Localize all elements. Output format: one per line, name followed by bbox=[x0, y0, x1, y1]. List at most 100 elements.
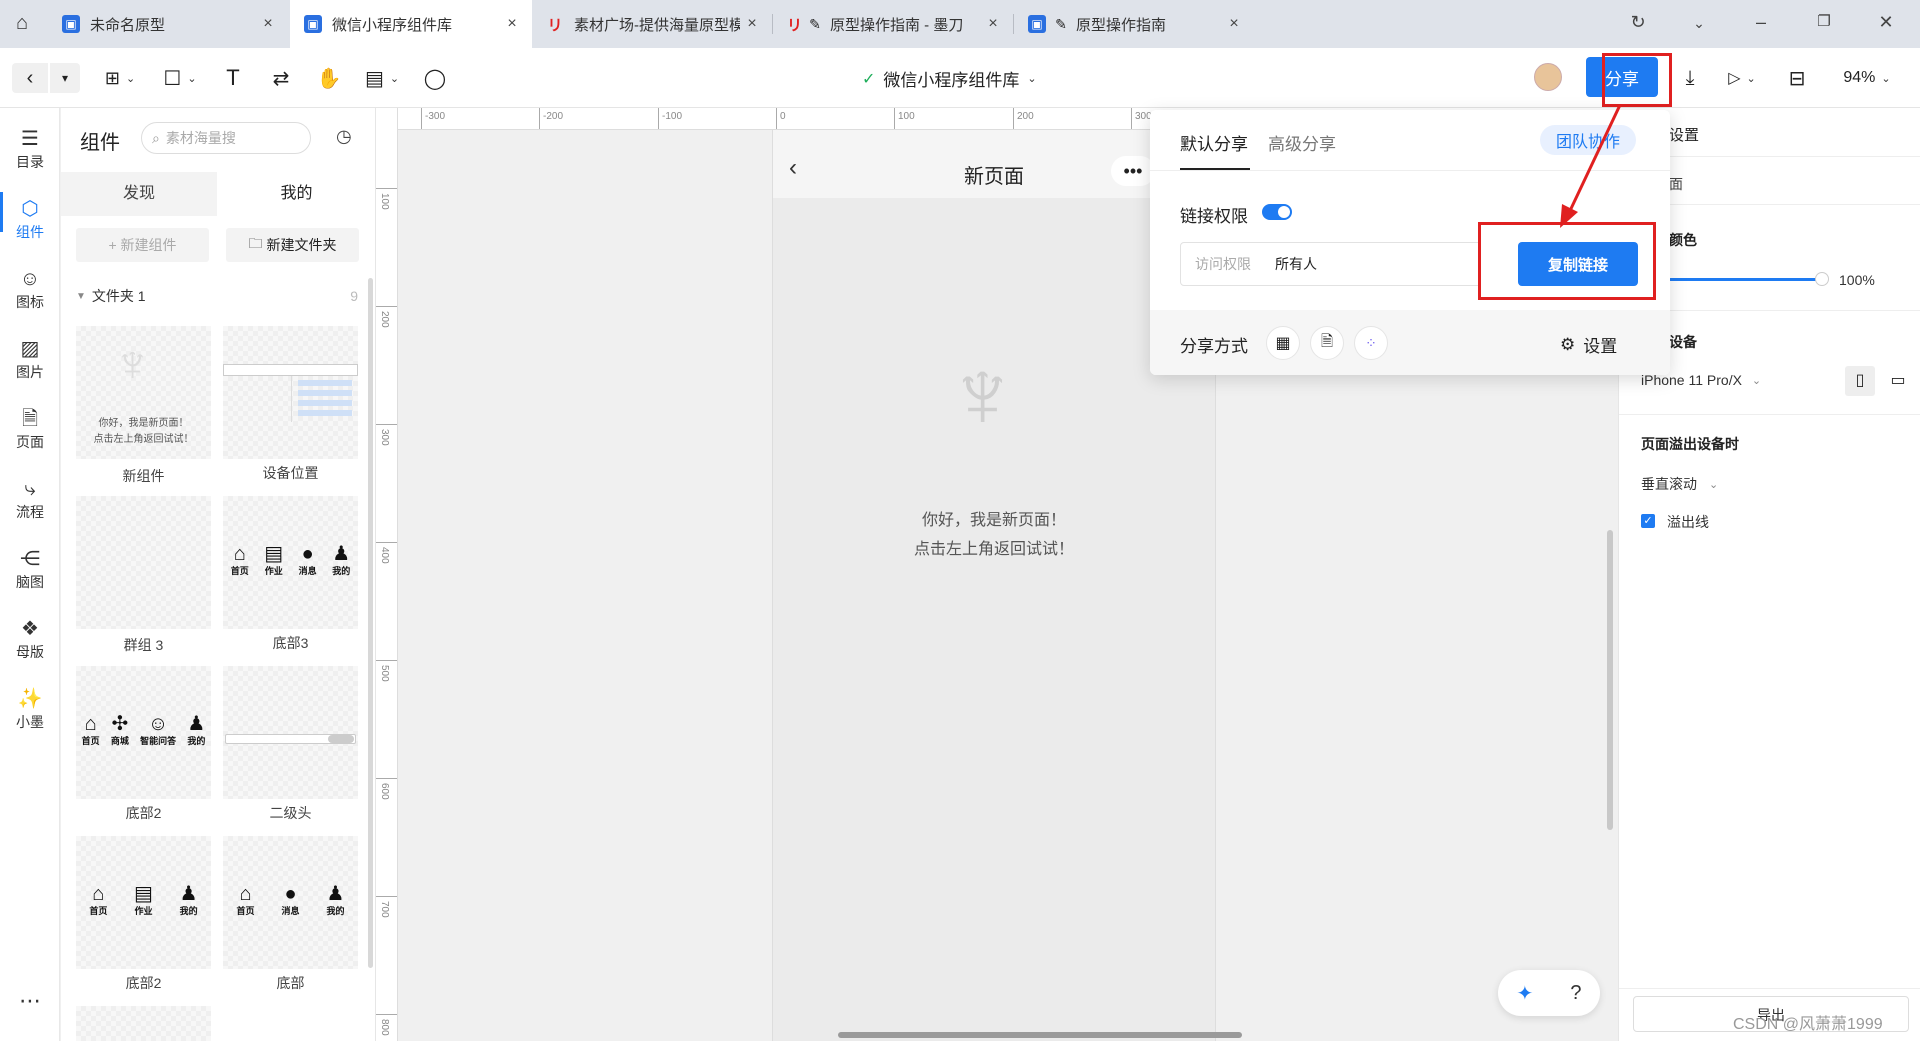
folder-plus-icon: 🗀 bbox=[248, 235, 263, 251]
nav-item-components[interactable]: ⬡ 组件 bbox=[0, 196, 60, 242]
new-folder-button[interactable]: 🗀 新建文件夹 bbox=[226, 228, 359, 262]
nav-item-master[interactable]: ❖ 母版 bbox=[0, 616, 60, 662]
component-card[interactable] bbox=[76, 496, 211, 629]
component-card[interactable]: ⌂ 首页 ▤ 作业 ♟ 我的 bbox=[76, 836, 211, 969]
ruler-tick: 500 bbox=[376, 660, 397, 682]
nav-item-flow[interactable]: ⤷ 流程 bbox=[0, 476, 60, 522]
ruler-tick: 300 bbox=[376, 424, 397, 446]
close-icon[interactable]: × bbox=[500, 15, 524, 33]
more-icon[interactable]: ••• bbox=[1111, 156, 1155, 186]
component-card[interactable] bbox=[76, 1006, 211, 1041]
zoom-select[interactable]: 94% ⌄ bbox=[1832, 63, 1902, 93]
comment-tool-button[interactable]: ◯ bbox=[420, 63, 450, 93]
download-button[interactable]: ⤓ bbox=[1675, 63, 1705, 93]
scroll-select[interactable]: 垂直滚动 ⌄ bbox=[1641, 474, 1718, 494]
nav-item-directory[interactable]: ☰ 目录 bbox=[0, 126, 60, 172]
tab-advanced-share[interactable]: 高级分享 bbox=[1268, 130, 1336, 155]
layout-button[interactable]: ⊟ bbox=[1782, 63, 1812, 93]
panel-scrollbar[interactable] bbox=[368, 278, 373, 968]
close-icon[interactable]: × bbox=[740, 15, 764, 33]
tab-me: ♟ 我的 bbox=[187, 713, 206, 746]
qrcode-button[interactable]: ▦ bbox=[1266, 326, 1300, 360]
component-card[interactable] bbox=[223, 666, 358, 799]
user-icon: ♟ bbox=[326, 883, 345, 905]
app-icon: ▣ bbox=[62, 15, 80, 33]
close-icon[interactable]: × bbox=[256, 15, 280, 33]
minimize-icon[interactable]: – bbox=[1749, 12, 1773, 33]
back-button[interactable]: ‹ bbox=[12, 63, 48, 93]
card-label: 底部2 bbox=[125, 805, 162, 821]
chevron-down-icon: ⌄ bbox=[1027, 73, 1037, 85]
close-window-icon[interactable]: ✕ bbox=[1874, 12, 1898, 33]
avatar[interactable] bbox=[1534, 63, 1562, 91]
vertical-scrollbar[interactable] bbox=[1607, 530, 1613, 830]
close-icon[interactable]: × bbox=[1222, 15, 1246, 33]
tab-wechat-library[interactable]: ▣ 微信小程序组件库 × bbox=[290, 0, 532, 48]
overflow-label: 页面溢出设备时 bbox=[1641, 436, 1739, 452]
horizontal-scrollbar[interactable] bbox=[838, 1032, 1242, 1038]
nav-item-mindmap[interactable]: ⋲ 脑图 bbox=[0, 546, 60, 592]
tab-guide-modao[interactable]: リ ✎ 原型操作指南 - 墨刀 × bbox=[773, 0, 1013, 48]
opacity-slider-track[interactable] bbox=[1669, 278, 1819, 281]
master-icon: ❖ bbox=[21, 618, 39, 640]
close-icon[interactable]: × bbox=[981, 15, 1005, 33]
portrait-button[interactable]: ▯ bbox=[1845, 366, 1875, 396]
overflow-line-checkbox[interactable]: ✓ bbox=[1641, 514, 1655, 528]
embed-button[interactable]: 🗎 bbox=[1310, 326, 1344, 360]
link-tool-button[interactable]: ⇄ bbox=[266, 63, 296, 93]
preview-button[interactable]: ▷ ⌄ bbox=[1720, 63, 1764, 93]
ruler-tick: 100 bbox=[894, 108, 915, 129]
refresh-icon[interactable]: ↻ bbox=[1626, 12, 1650, 33]
apps-button[interactable]: ⁘ bbox=[1354, 326, 1388, 360]
more-button[interactable]: ⋯ bbox=[0, 988, 60, 1014]
text-tool-button[interactable]: T bbox=[218, 63, 248, 93]
page-label: 面 bbox=[1669, 176, 1683, 192]
link-permission-toggle[interactable] bbox=[1262, 204, 1292, 220]
nav-item-pages[interactable]: 🗎 页面 bbox=[0, 406, 60, 452]
opacity-slider-thumb[interactable] bbox=[1815, 272, 1829, 286]
nav-item-images[interactable]: ▨ 图片 bbox=[0, 336, 60, 382]
new-component-button[interactable]: + 新建组件 bbox=[76, 228, 209, 262]
folder-header[interactable]: ▼ 文件夹 1 9 bbox=[76, 286, 366, 306]
help-icon[interactable]: ? bbox=[1570, 982, 1581, 1005]
document-title[interactable]: ✓ 微信小程序组件库 ⌄ bbox=[862, 66, 1037, 91]
settings-tab[interactable]: 设置 bbox=[1669, 124, 1699, 145]
add-page-button[interactable]: ⊞ ⌄ bbox=[98, 63, 142, 93]
ai-sparkle-icon[interactable]: ✦ bbox=[1517, 981, 1534, 1006]
component-card[interactable]: ♆ 你好，我是新页面！ 点击左上角返回试试！ bbox=[76, 326, 211, 459]
chevron-down-icon[interactable]: ⌄ bbox=[1687, 15, 1711, 32]
history-dropdown[interactable]: ▾ bbox=[50, 63, 80, 93]
tab-material-plaza[interactable]: リ 素材广场-提供海量原型模 × bbox=[532, 0, 772, 48]
access-field[interactable]: 访问权限 所有人 bbox=[1180, 242, 1480, 286]
nav-item-icons[interactable]: ☺ 图标 bbox=[0, 266, 60, 312]
search-input[interactable]: ⌕ 素材海量搜 bbox=[141, 122, 311, 154]
tab-default-share[interactable]: 默认分享 bbox=[1180, 130, 1248, 155]
tab-guide[interactable]: ▣ ✎ 原型操作指南 × bbox=[1014, 0, 1254, 48]
restore-icon[interactable]: ❐ bbox=[1812, 12, 1836, 30]
component-card[interactable]: ⌂ 首页 ▤ 作业 ● 消息 ♟ 我的 bbox=[223, 496, 358, 629]
component-card[interactable]: ⌂ 首页 ● 消息 ♟ 我的 bbox=[223, 836, 358, 969]
tab-discover[interactable]: 发现 bbox=[61, 172, 217, 216]
watermark: CSDN @风萧萧1999 bbox=[1733, 1016, 1883, 1033]
history-icon[interactable]: ◷ bbox=[336, 126, 352, 147]
share-settings-button[interactable]: ⚙ 设置 bbox=[1560, 332, 1617, 357]
shape-button[interactable]: ☐ ⌄ bbox=[158, 63, 202, 93]
user-icon: ♟ bbox=[187, 713, 206, 735]
search-icon: ⌕ bbox=[152, 129, 160, 146]
landscape-button[interactable]: ▭ bbox=[1883, 366, 1913, 396]
component-card[interactable] bbox=[223, 326, 358, 459]
tab-mine[interactable]: 我的 bbox=[217, 172, 375, 216]
home-icon[interactable]: ⌂ bbox=[16, 12, 28, 35]
note-tool-button[interactable]: ▤ ⌄ bbox=[360, 63, 404, 93]
component-card[interactable]: ⌂ 首页 ✣ 商城 ☺ 智能问答 ♟ 我的 bbox=[76, 666, 211, 799]
chevron-down-icon: ⌄ bbox=[187, 72, 197, 85]
tab-untitled-prototype[interactable]: ▣ 未命名原型 × bbox=[48, 0, 288, 48]
device-label: 设备 bbox=[1669, 334, 1697, 350]
nav-item-xiaomo[interactable]: ✨ 小墨 bbox=[0, 686, 60, 732]
hand-tool-button[interactable]: ✋ bbox=[314, 63, 344, 93]
mindmap-icon: ⋲ bbox=[20, 548, 40, 570]
ruler-tick: -300 bbox=[421, 108, 445, 129]
link-permission-label: 链接权限 bbox=[1180, 207, 1248, 226]
opacity-value[interactable]: 100% bbox=[1839, 272, 1875, 288]
card-label: 群组 3 bbox=[123, 637, 164, 653]
